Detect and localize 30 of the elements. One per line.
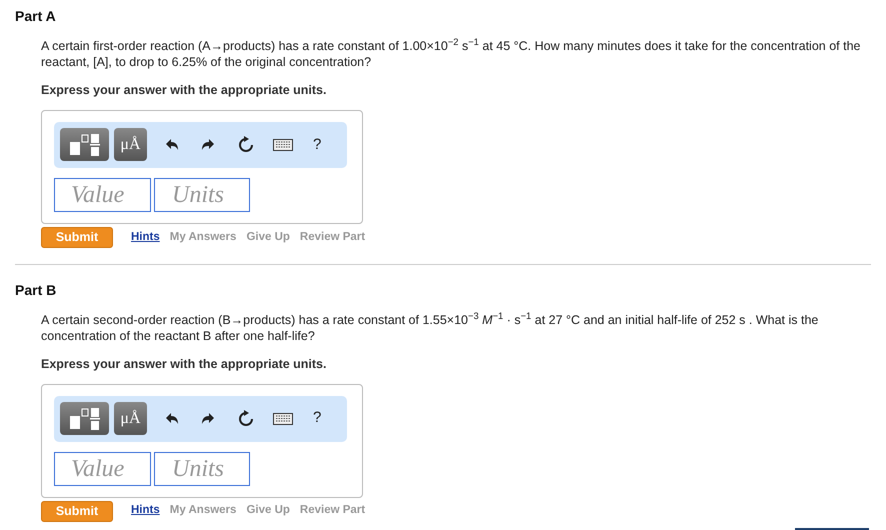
submit-button[interactable]: Submit (41, 500, 113, 522)
help-button[interactable]: ? (313, 134, 322, 156)
value-field[interactable]: Value (54, 178, 151, 212)
instruction-text: Express your answer with the appropriate units. (41, 356, 328, 373)
value-field[interactable]: Value (54, 452, 151, 486)
instruction-text: Express your answer with the appropriate units. (41, 82, 328, 99)
part-title: Part B (15, 280, 58, 299)
fraction-template-icon (68, 132, 102, 157)
units-button[interactable]: μÅ (114, 128, 147, 162)
part-title: Part A (15, 7, 57, 25)
template-button[interactable] (60, 402, 109, 435)
keyboard-icon[interactable] (273, 138, 293, 151)
redo-icon[interactable] (201, 138, 215, 151)
submit-button[interactable]: Submit (41, 226, 113, 248)
undo-icon[interactable] (165, 412, 179, 424)
reset-icon[interactable] (237, 410, 255, 428)
units-field[interactable]: Units (154, 178, 250, 212)
undo-icon[interactable] (165, 138, 179, 151)
redo-icon[interactable] (201, 412, 215, 424)
answer-link[interactable]: Hints (131, 502, 160, 520)
answer-link[interactable]: Hints (131, 228, 160, 246)
fraction-template-icon (68, 406, 102, 430)
question-text: A certain second-order reaction (B→products) has a rate constant of 1.55×10$^{−3}$ M$^{−1}$ · s$^{−1}$ at 27 °C and an initial half-life of 252 s . What is the concentration of the reactant B after one half-life? (41, 312, 820, 344)
help-button[interactable]: ? (313, 407, 322, 430)
keyboard-icon[interactable] (273, 412, 293, 424)
units-button[interactable]: μÅ (114, 402, 147, 435)
reset-icon[interactable] (237, 136, 255, 154)
units-field[interactable]: Units (154, 452, 250, 486)
template-button[interactable] (60, 128, 109, 162)
question-text: A certain first-order reaction (A→products) has a rate constant of 1.00×10$^{−2}$ s$^{−1}$ at 45 °C. How many minutes does it take for the concentration of the reactant, [A], to drop to 6.25% of the original concentration? (41, 38, 862, 70)
